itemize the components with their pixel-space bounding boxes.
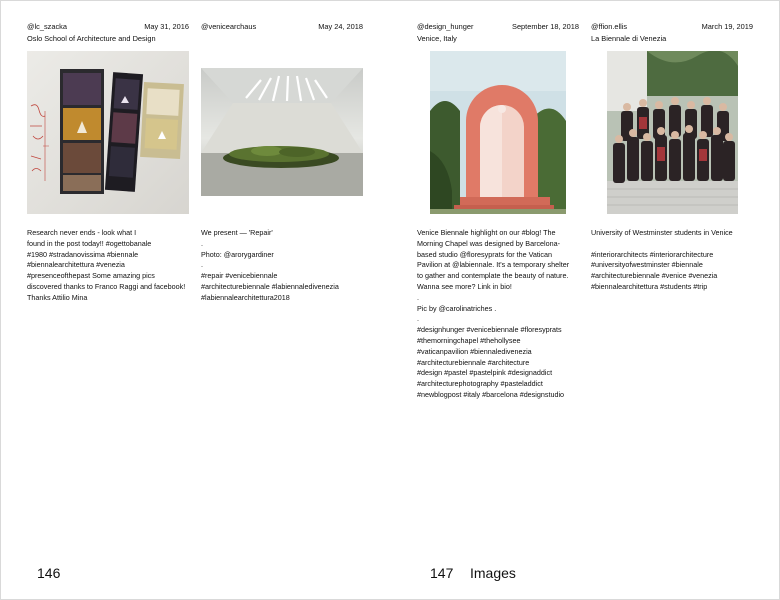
post-photo-students	[607, 51, 738, 214]
gallery-image	[201, 68, 363, 196]
post-caption: We present — 'Repair' . Photo: @arorygar…	[201, 228, 371, 304]
post-caption: University of Westminster students in Ve…	[591, 228, 761, 293]
page-number-right: 147	[430, 565, 454, 581]
post-photo-gallery-moss	[201, 68, 363, 196]
post-date: May 31, 2016	[144, 22, 189, 31]
post-location: Oslo School of Architecture and Design	[27, 34, 156, 43]
post-handle: @design_hunger	[417, 22, 474, 31]
collage-image	[27, 51, 189, 214]
page-number-left: 146	[37, 565, 61, 581]
post-caption: Venice Biennale highlight on our #blog! …	[417, 228, 587, 401]
post-date: March 19, 2019	[701, 22, 753, 31]
post-design-hunger: @design_hunger September 18, 2018 Venice…	[417, 21, 579, 45]
caption-text: We present — 'Repair' . Photo: @arorygar…	[201, 228, 339, 302]
post-handle: @lc_szacka	[27, 22, 67, 31]
caption-text: University of Westminster students in Ve…	[591, 228, 733, 291]
chapel-image	[430, 51, 566, 214]
students-image	[607, 51, 738, 214]
post-date: September 18, 2018	[512, 22, 579, 31]
post-location	[201, 33, 363, 45]
post-handle: @venicearchaus	[201, 22, 257, 31]
post-location: La Biennale di Venezia	[591, 34, 667, 43]
caption-text: Research never ends - look what I found …	[27, 228, 186, 302]
post-photo-collage	[27, 51, 189, 214]
post-venicearchaus: @venicearchaus May 24, 2018	[201, 21, 363, 45]
post-photo-chapel	[430, 51, 566, 214]
caption-text: Venice Biennale highlight on our #blog! …	[417, 228, 570, 399]
section-title: Images	[470, 565, 516, 581]
post-handle: @ffion.ellis	[591, 22, 628, 31]
post-caption: Research never ends - look what I found …	[27, 228, 197, 304]
post-location: Venice, Italy	[417, 34, 457, 43]
post-date: May 24, 2018	[318, 22, 363, 31]
post-lc-szacka: @lc_szacka May 31, 2016 Oslo School of A…	[27, 21, 189, 45]
post-ffion-ellis: @ffion.ellis March 19, 2019 La Biennale …	[591, 21, 753, 45]
